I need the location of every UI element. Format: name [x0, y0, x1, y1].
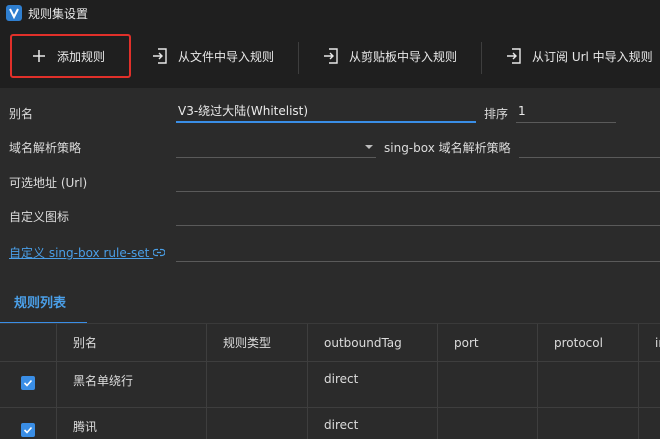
- singbox-dns-select[interactable]: [519, 136, 660, 158]
- app-logo-icon: [6, 5, 22, 21]
- checkbox-checked-icon[interactable]: [21, 376, 35, 390]
- alias-input[interactable]: V3-绕过大陆(Whitelist): [176, 101, 476, 123]
- import-file-button[interactable]: 从文件中导入规则: [150, 34, 274, 78]
- tab-rules-list[interactable]: 规则列表: [0, 286, 87, 324]
- table-cell-port: [438, 362, 538, 408]
- column-header-rule-type[interactable]: 规则类型: [207, 324, 308, 362]
- table-cell-port: [438, 408, 538, 439]
- import-file-label: 从文件中导入规则: [178, 49, 275, 64]
- checkbox-checked-icon[interactable]: [21, 423, 35, 437]
- icon-label: 自定义图标: [9, 210, 70, 224]
- sort-label: 排序: [484, 107, 509, 121]
- import-icon: [321, 46, 341, 66]
- import-url-label: 从订阅 Url 中导入规则: [532, 49, 653, 64]
- plus-icon: [29, 46, 49, 66]
- column-header-alias[interactable]: 别名: [57, 324, 207, 362]
- singbox-dns-label: sing-box 域名解析策略: [384, 141, 511, 155]
- url-label: 可选地址 (Url): [9, 176, 88, 190]
- url-input[interactable]: [176, 170, 660, 192]
- add-rule-button[interactable]: 添加规则: [10, 34, 131, 78]
- link-icon: [152, 246, 166, 260]
- tab-rules-list-label: 规则列表: [14, 296, 67, 311]
- table-cell-type: [207, 408, 308, 439]
- alias-label: 别名: [9, 107, 34, 121]
- row-checkbox-cell[interactable]: [0, 408, 57, 439]
- icon-input[interactable]: [176, 204, 660, 226]
- table-cell-protocol: [538, 408, 639, 439]
- window-title: 规则集设置: [28, 6, 89, 21]
- ruleset-link[interactable]: 自定义 sing-box rule-set: [9, 244, 166, 261]
- dns-strategy-select[interactable]: [176, 136, 376, 158]
- import-url-button[interactable]: 从订阅 Url 中导入规则: [504, 34, 653, 78]
- table-cell-alias: 腾讯: [57, 408, 207, 439]
- ruleset-input[interactable]: [176, 240, 660, 262]
- table-cell-alias: 黑名单绕行: [57, 362, 207, 408]
- table-cell-type: [207, 362, 308, 408]
- column-header-protocol[interactable]: protocol: [538, 324, 639, 362]
- dns-strategy-label: 域名解析策略: [9, 141, 82, 155]
- import-clipboard-button[interactable]: 从剪贴板中导入规则: [321, 34, 457, 78]
- row-checkbox-cell[interactable]: [0, 362, 57, 408]
- table-cell-protocol: [538, 362, 639, 408]
- title-bar: 规则集设置: [0, 0, 660, 26]
- sort-input[interactable]: 1: [516, 101, 616, 123]
- table-cell-outbound: direct: [308, 408, 438, 439]
- toolbar-divider: [481, 42, 482, 74]
- column-header-inbound[interactable]: in: [639, 324, 660, 362]
- toolbar-divider: [298, 42, 299, 74]
- import-clipboard-label: 从剪贴板中导入规则: [349, 49, 458, 64]
- column-header-outbound[interactable]: outboundTag: [308, 324, 438, 362]
- import-icon: [150, 46, 170, 66]
- table-cell-inbound: [639, 408, 660, 439]
- toolbar: 添加规则 从文件中导入规则 从剪贴板中导入规则 从订阅 Url 中导入规则: [0, 26, 660, 88]
- table-cell-outbound: direct: [308, 362, 438, 408]
- column-header-port[interactable]: port: [438, 324, 538, 362]
- chevron-down-icon: [364, 138, 374, 158]
- import-icon: [504, 46, 524, 66]
- column-header-select: [0, 324, 57, 362]
- ruleset-link-text: 自定义 sing-box rule-set: [9, 246, 150, 260]
- add-rule-label: 添加规则: [57, 49, 106, 64]
- table-cell-inbound: [639, 362, 660, 408]
